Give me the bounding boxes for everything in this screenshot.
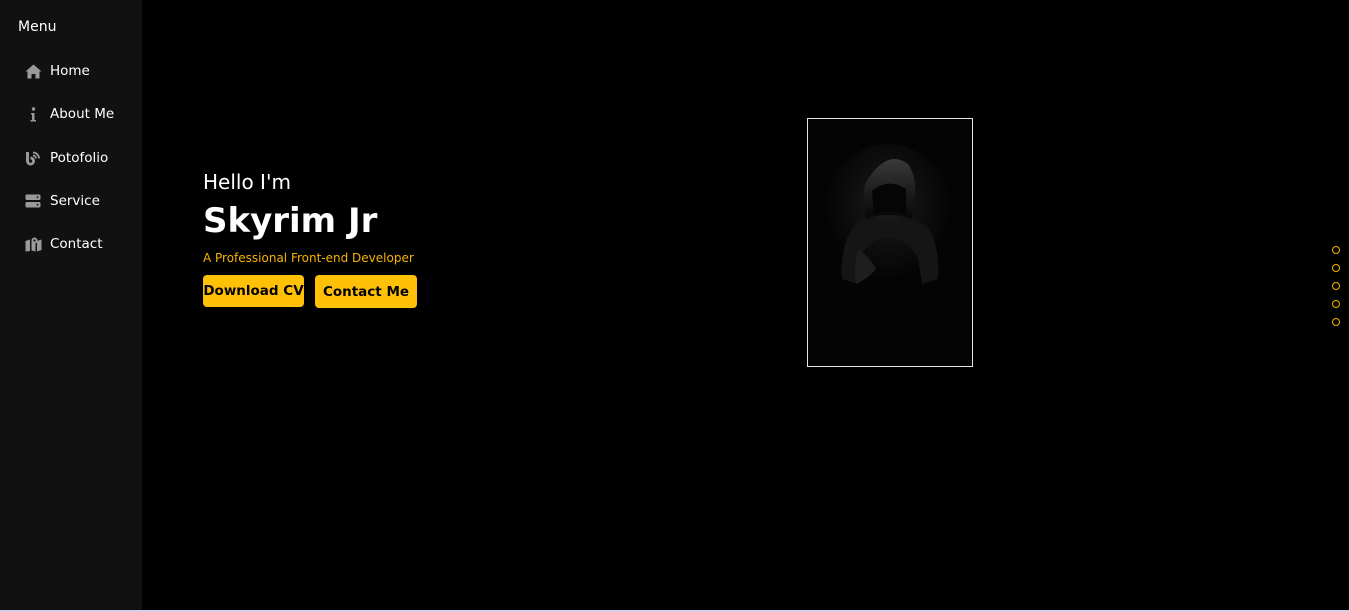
menu-title: Menu xyxy=(18,19,57,35)
home-icon xyxy=(24,62,42,80)
sidebar-item-label: Home xyxy=(50,63,90,79)
sidebar-item-label: Service xyxy=(50,193,100,209)
map-icon xyxy=(24,235,42,253)
profile-portrait-image xyxy=(807,118,973,367)
section-dot[interactable] xyxy=(1332,282,1340,290)
page: Menu Home About Me Potofolio Service Con… xyxy=(0,0,1349,612)
hero-tagline: A Professional Front-end Developer xyxy=(203,251,414,265)
contact-me-button[interactable]: Contact Me xyxy=(315,275,417,308)
sidebar-item-label: Contact xyxy=(50,236,103,252)
sidebar-item-label: Potofolio xyxy=(50,150,109,166)
sidebar-item-home[interactable]: Home xyxy=(24,60,90,82)
sidebar-item-service[interactable]: Service xyxy=(24,190,100,212)
hero-greeting: Hello I'm xyxy=(203,170,291,194)
section-dot[interactable] xyxy=(1332,246,1340,254)
hero-intro: Hello I'm Skyrim Jr A Professional Front… xyxy=(203,168,417,308)
section-dot[interactable] xyxy=(1332,264,1340,272)
server-icon xyxy=(24,192,42,210)
section-dot[interactable] xyxy=(1332,318,1340,326)
blog-icon xyxy=(24,149,42,167)
section-dot[interactable] xyxy=(1332,300,1340,308)
hero-buttons: Download CV Contact Me xyxy=(203,275,417,308)
info-icon xyxy=(24,105,42,123)
sidebar-item-portfolio[interactable]: Potofolio xyxy=(24,147,108,169)
sidebar-item-about[interactable]: About Me xyxy=(24,103,114,125)
section-nav-dots xyxy=(1332,246,1340,326)
sidebar-item-label: About Me xyxy=(50,106,115,122)
hero-name: Skyrim Jr xyxy=(203,201,378,241)
sidebar: Menu Home About Me Potofolio Service Con… xyxy=(0,0,142,610)
download-cv-button[interactable]: Download CV xyxy=(203,275,304,307)
sidebar-item-contact[interactable]: Contact xyxy=(24,233,103,255)
